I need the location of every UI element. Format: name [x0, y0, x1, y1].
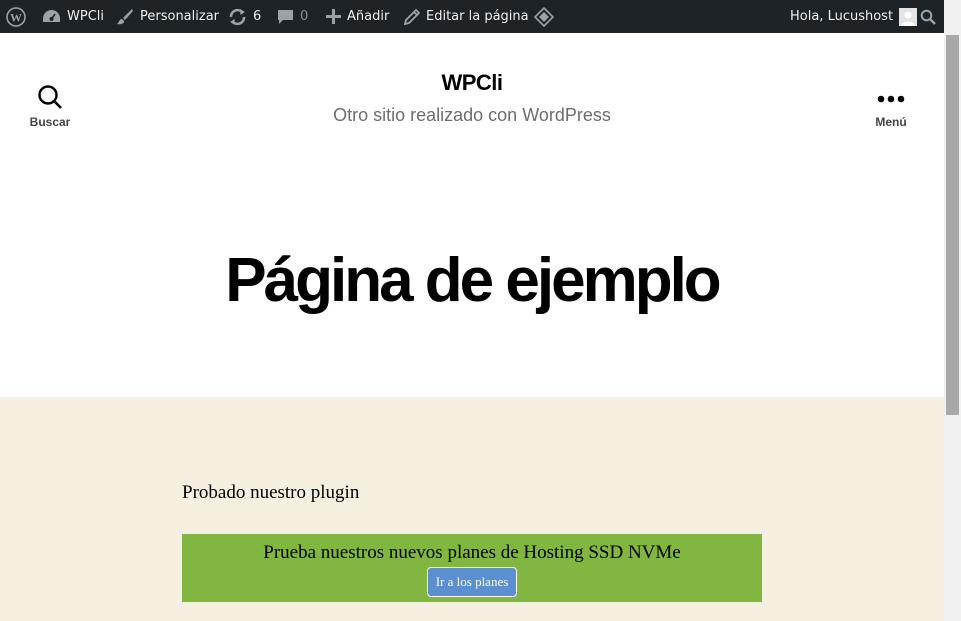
- updates-count: 6: [253, 9, 262, 24]
- ellipsis-menu-icon: [877, 90, 905, 108]
- dashboard-icon: [42, 9, 61, 25]
- admin-bar-search[interactable]: [920, 0, 936, 33]
- updates-icon: [228, 8, 247, 26]
- paintbrush-icon: [116, 8, 134, 26]
- new-content-label: Añadir: [347, 9, 390, 24]
- page-title: Página de ejemplo: [225, 246, 721, 315]
- search-icon: [920, 9, 936, 25]
- avatar: [899, 7, 918, 26]
- site-title[interactable]: WPCli: [0, 70, 944, 96]
- promo-text: Prueba nuestros nuevos planes de Hosting…: [263, 542, 681, 563]
- menu-toggle[interactable]: Menú: [851, 85, 931, 129]
- edit-page-label: Editar la página: [426, 9, 529, 24]
- comment-icon: [277, 9, 294, 25]
- comments-count: 0: [300, 9, 309, 24]
- site-name-menu[interactable]: WPCli: [42, 0, 104, 33]
- wp-logo-menu[interactable]: W: [6, 0, 26, 33]
- customize-link[interactable]: Personalizar: [116, 0, 219, 33]
- site-header: Buscar WPCli Otro sitio realizado con Wo…: [0, 33, 944, 153]
- promo-banner: Prueba nuestros nuevos planes de Hosting…: [182, 534, 762, 602]
- plugin-menu[interactable]: [534, 0, 554, 33]
- svg-text:W: W: [10, 10, 22, 24]
- new-content-menu[interactable]: Añadir: [326, 0, 389, 33]
- customize-label: Personalizar: [140, 9, 220, 24]
- scrollbar-thumb[interactable]: [946, 35, 959, 415]
- site-description: Otro sitio realizado con WordPress: [333, 105, 611, 125]
- content-paragraph: Probado nuestro plugin: [182, 482, 360, 503]
- plans-button[interactable]: Ir a los planes: [426, 567, 518, 597]
- pencil-icon: [404, 8, 420, 25]
- wordpress-icon: W: [6, 6, 26, 27]
- greeting-label: Hola, Lucushost: [790, 9, 894, 24]
- site-name-label: WPCli: [67, 9, 104, 24]
- edit-page-link[interactable]: Editar la página: [404, 0, 529, 33]
- my-account-menu[interactable]: Hola, Lucushost: [790, 0, 918, 33]
- diamond-plugin-icon: [534, 6, 554, 27]
- updates-link[interactable]: 6: [228, 0, 261, 33]
- scrollbar[interactable]: [944, 0, 961, 621]
- menu-toggle-label: Menú: [875, 115, 907, 129]
- comments-link[interactable]: 0: [277, 0, 308, 33]
- plus-icon: [326, 9, 341, 24]
- admin-bar: W WPCli Personalizar 6 0 Añadir Editar l…: [0, 0, 944, 33]
